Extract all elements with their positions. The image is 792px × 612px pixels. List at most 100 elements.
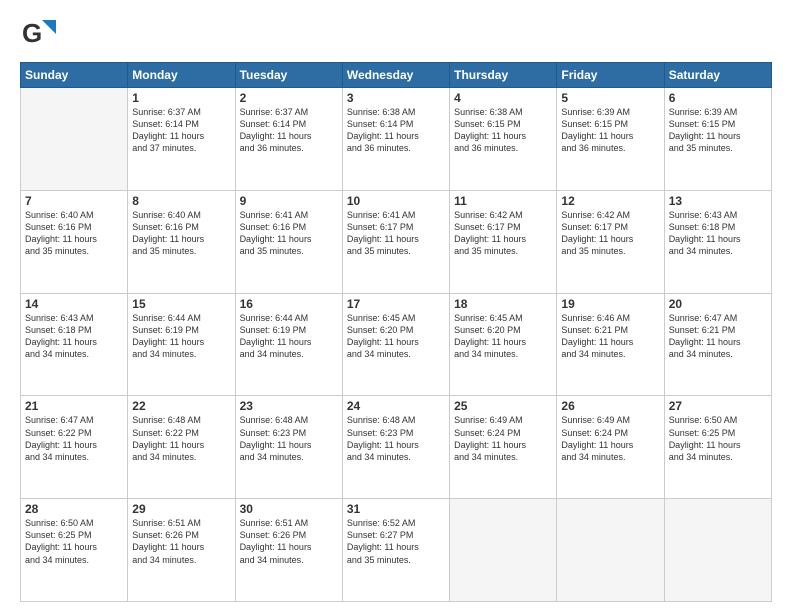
calendar-cell: 18Sunrise: 6:45 AM Sunset: 6:20 PM Dayli… <box>450 293 557 396</box>
calendar-cell <box>557 499 664 602</box>
day-info: Sunrise: 6:48 AM Sunset: 6:23 PM Dayligh… <box>240 414 338 463</box>
calendar-header-saturday: Saturday <box>664 63 771 88</box>
day-info: Sunrise: 6:43 AM Sunset: 6:18 PM Dayligh… <box>25 312 123 361</box>
day-info: Sunrise: 6:47 AM Sunset: 6:22 PM Dayligh… <box>25 414 123 463</box>
day-info: Sunrise: 6:37 AM Sunset: 6:14 PM Dayligh… <box>132 106 230 155</box>
calendar-header-thursday: Thursday <box>450 63 557 88</box>
calendar-cell: 10Sunrise: 6:41 AM Sunset: 6:17 PM Dayli… <box>342 190 449 293</box>
day-info: Sunrise: 6:46 AM Sunset: 6:21 PM Dayligh… <box>561 312 659 361</box>
day-number: 11 <box>454 194 552 208</box>
day-info: Sunrise: 6:52 AM Sunset: 6:27 PM Dayligh… <box>347 517 445 566</box>
calendar-cell: 2Sunrise: 6:37 AM Sunset: 6:14 PM Daylig… <box>235 88 342 191</box>
day-info: Sunrise: 6:41 AM Sunset: 6:16 PM Dayligh… <box>240 209 338 258</box>
calendar-cell: 12Sunrise: 6:42 AM Sunset: 6:17 PM Dayli… <box>557 190 664 293</box>
day-info: Sunrise: 6:50 AM Sunset: 6:25 PM Dayligh… <box>669 414 767 463</box>
calendar-cell: 22Sunrise: 6:48 AM Sunset: 6:22 PM Dayli… <box>128 396 235 499</box>
calendar-cell: 15Sunrise: 6:44 AM Sunset: 6:19 PM Dayli… <box>128 293 235 396</box>
calendar-header-friday: Friday <box>557 63 664 88</box>
day-info: Sunrise: 6:41 AM Sunset: 6:17 PM Dayligh… <box>347 209 445 258</box>
day-number: 10 <box>347 194 445 208</box>
day-info: Sunrise: 6:45 AM Sunset: 6:20 PM Dayligh… <box>454 312 552 361</box>
day-number: 5 <box>561 91 659 105</box>
day-info: Sunrise: 6:42 AM Sunset: 6:17 PM Dayligh… <box>561 209 659 258</box>
day-info: Sunrise: 6:44 AM Sunset: 6:19 PM Dayligh… <box>132 312 230 361</box>
calendar-header-row: SundayMondayTuesdayWednesdayThursdayFrid… <box>21 63 772 88</box>
day-number: 20 <box>669 297 767 311</box>
calendar-cell <box>450 499 557 602</box>
day-number: 27 <box>669 399 767 413</box>
calendar-cell: 5Sunrise: 6:39 AM Sunset: 6:15 PM Daylig… <box>557 88 664 191</box>
calendar-cell: 31Sunrise: 6:52 AM Sunset: 6:27 PM Dayli… <box>342 499 449 602</box>
calendar-cell: 28Sunrise: 6:50 AM Sunset: 6:25 PM Dayli… <box>21 499 128 602</box>
calendar-header-monday: Monday <box>128 63 235 88</box>
day-number: 16 <box>240 297 338 311</box>
calendar-cell <box>21 88 128 191</box>
day-number: 30 <box>240 502 338 516</box>
day-number: 23 <box>240 399 338 413</box>
calendar-cell: 14Sunrise: 6:43 AM Sunset: 6:18 PM Dayli… <box>21 293 128 396</box>
day-number: 4 <box>454 91 552 105</box>
calendar-cell: 25Sunrise: 6:49 AM Sunset: 6:24 PM Dayli… <box>450 396 557 499</box>
calendar-cell: 3Sunrise: 6:38 AM Sunset: 6:14 PM Daylig… <box>342 88 449 191</box>
calendar-cell: 1Sunrise: 6:37 AM Sunset: 6:14 PM Daylig… <box>128 88 235 191</box>
day-number: 13 <box>669 194 767 208</box>
day-info: Sunrise: 6:42 AM Sunset: 6:17 PM Dayligh… <box>454 209 552 258</box>
calendar-cell: 26Sunrise: 6:49 AM Sunset: 6:24 PM Dayli… <box>557 396 664 499</box>
day-info: Sunrise: 6:43 AM Sunset: 6:18 PM Dayligh… <box>669 209 767 258</box>
calendar-cell: 4Sunrise: 6:38 AM Sunset: 6:15 PM Daylig… <box>450 88 557 191</box>
calendar-cell: 21Sunrise: 6:47 AM Sunset: 6:22 PM Dayli… <box>21 396 128 499</box>
day-number: 8 <box>132 194 230 208</box>
day-info: Sunrise: 6:50 AM Sunset: 6:25 PM Dayligh… <box>25 517 123 566</box>
calendar-cell: 13Sunrise: 6:43 AM Sunset: 6:18 PM Dayli… <box>664 190 771 293</box>
logo: G <box>20 16 58 52</box>
calendar-cell: 17Sunrise: 6:45 AM Sunset: 6:20 PM Dayli… <box>342 293 449 396</box>
day-info: Sunrise: 6:39 AM Sunset: 6:15 PM Dayligh… <box>561 106 659 155</box>
day-info: Sunrise: 6:47 AM Sunset: 6:21 PM Dayligh… <box>669 312 767 361</box>
svg-text:G: G <box>22 18 42 48</box>
day-info: Sunrise: 6:45 AM Sunset: 6:20 PM Dayligh… <box>347 312 445 361</box>
day-number: 9 <box>240 194 338 208</box>
calendar-cell: 20Sunrise: 6:47 AM Sunset: 6:21 PM Dayli… <box>664 293 771 396</box>
day-number: 26 <box>561 399 659 413</box>
day-info: Sunrise: 6:38 AM Sunset: 6:14 PM Dayligh… <box>347 106 445 155</box>
calendar-week-4: 21Sunrise: 6:47 AM Sunset: 6:22 PM Dayli… <box>21 396 772 499</box>
calendar-header-wednesday: Wednesday <box>342 63 449 88</box>
calendar-week-3: 14Sunrise: 6:43 AM Sunset: 6:18 PM Dayli… <box>21 293 772 396</box>
day-info: Sunrise: 6:51 AM Sunset: 6:26 PM Dayligh… <box>240 517 338 566</box>
day-number: 17 <box>347 297 445 311</box>
day-info: Sunrise: 6:39 AM Sunset: 6:15 PM Dayligh… <box>669 106 767 155</box>
day-number: 25 <box>454 399 552 413</box>
day-number: 2 <box>240 91 338 105</box>
calendar-week-2: 7Sunrise: 6:40 AM Sunset: 6:16 PM Daylig… <box>21 190 772 293</box>
day-info: Sunrise: 6:48 AM Sunset: 6:23 PM Dayligh… <box>347 414 445 463</box>
day-info: Sunrise: 6:44 AM Sunset: 6:19 PM Dayligh… <box>240 312 338 361</box>
day-info: Sunrise: 6:38 AM Sunset: 6:15 PM Dayligh… <box>454 106 552 155</box>
day-number: 24 <box>347 399 445 413</box>
calendar-cell: 9Sunrise: 6:41 AM Sunset: 6:16 PM Daylig… <box>235 190 342 293</box>
day-info: Sunrise: 6:48 AM Sunset: 6:22 PM Dayligh… <box>132 414 230 463</box>
calendar-cell: 11Sunrise: 6:42 AM Sunset: 6:17 PM Dayli… <box>450 190 557 293</box>
calendar-cell: 29Sunrise: 6:51 AM Sunset: 6:26 PM Dayli… <box>128 499 235 602</box>
day-number: 6 <box>669 91 767 105</box>
calendar-cell: 8Sunrise: 6:40 AM Sunset: 6:16 PM Daylig… <box>128 190 235 293</box>
calendar-header-sunday: Sunday <box>21 63 128 88</box>
day-number: 19 <box>561 297 659 311</box>
day-number: 28 <box>25 502 123 516</box>
calendar-cell: 6Sunrise: 6:39 AM Sunset: 6:15 PM Daylig… <box>664 88 771 191</box>
day-number: 21 <box>25 399 123 413</box>
day-number: 18 <box>454 297 552 311</box>
calendar-cell: 16Sunrise: 6:44 AM Sunset: 6:19 PM Dayli… <box>235 293 342 396</box>
day-info: Sunrise: 6:40 AM Sunset: 6:16 PM Dayligh… <box>25 209 123 258</box>
day-info: Sunrise: 6:37 AM Sunset: 6:14 PM Dayligh… <box>240 106 338 155</box>
page: G SundayMondayTuesdayWednesdayThursdayFr… <box>0 0 792 612</box>
day-info: Sunrise: 6:51 AM Sunset: 6:26 PM Dayligh… <box>132 517 230 566</box>
day-info: Sunrise: 6:49 AM Sunset: 6:24 PM Dayligh… <box>454 414 552 463</box>
calendar-week-5: 28Sunrise: 6:50 AM Sunset: 6:25 PM Dayli… <box>21 499 772 602</box>
day-number: 14 <box>25 297 123 311</box>
day-number: 15 <box>132 297 230 311</box>
day-number: 31 <box>347 502 445 516</box>
logo-icon: G <box>20 16 56 52</box>
day-number: 7 <box>25 194 123 208</box>
day-number: 29 <box>132 502 230 516</box>
calendar-table: SundayMondayTuesdayWednesdayThursdayFrid… <box>20 62 772 602</box>
